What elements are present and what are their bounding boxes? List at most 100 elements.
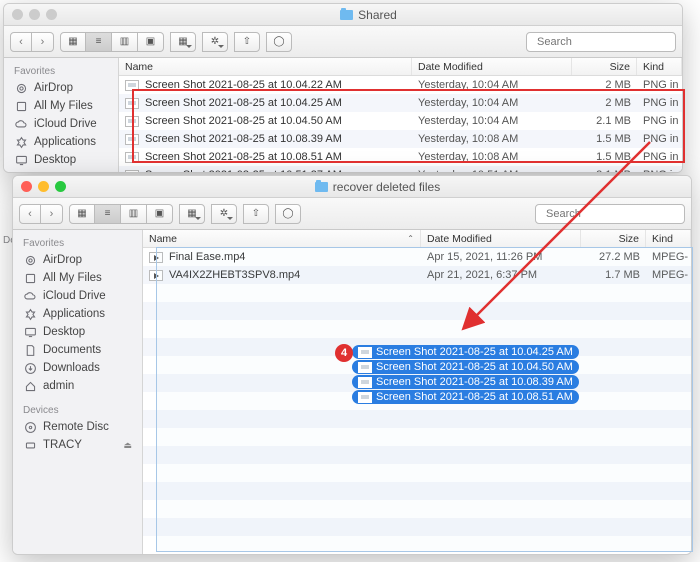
home-icon xyxy=(23,379,37,393)
table-row[interactable]: Screen Shot 2021-08-25 at 10.51.37 AMYes… xyxy=(119,166,682,172)
drag-count-badge: 4 xyxy=(335,344,353,362)
sidebar-item-applications[interactable]: Applications xyxy=(13,305,142,323)
sidebar-item-all-my-files[interactable]: All My Files xyxy=(13,269,142,287)
action-button[interactable]: ✲ xyxy=(202,32,228,52)
table-row-empty xyxy=(143,536,691,554)
sidebar-item-desktop[interactable]: Desktop xyxy=(13,323,142,341)
view-column-button[interactable]: ▥ xyxy=(121,204,147,224)
view-list-button[interactable]: ≡ xyxy=(86,32,112,52)
minimize-icon[interactable] xyxy=(29,9,40,20)
png-icon xyxy=(358,362,372,373)
tags-button[interactable]: ◯ xyxy=(266,32,292,52)
share-button[interactable]: ⇧ xyxy=(234,32,260,52)
column-size[interactable]: Size xyxy=(572,58,637,75)
column-name[interactable]: Name⌃ xyxy=(143,230,421,247)
sidebar-item-remote-disc[interactable]: Remote Disc xyxy=(13,418,142,436)
share-button[interactable]: ⇧ xyxy=(243,204,269,224)
finder-window-shared[interactable]: Shared ‹ › ▦ ≡ ▥ ▣ ▦ ✲ ⇧ ◯ Favorites Air… xyxy=(3,3,683,173)
view-list-button[interactable]: ≡ xyxy=(95,204,121,224)
view-gallery-button[interactable]: ▣ xyxy=(147,204,173,224)
column-kind[interactable]: Kind xyxy=(637,58,682,75)
drag-ghost-item: Screen Shot 2021-08-25 at 10.08.51 AM xyxy=(352,390,579,404)
sidebar-item-all-my-files[interactable]: All My Files xyxy=(4,97,118,115)
sidebar-item-airdrop[interactable]: AirDrop xyxy=(4,79,118,97)
sidebar-item-downloads[interactable]: Downloads xyxy=(13,359,142,377)
sidebar-heading-favorites: Favorites xyxy=(13,234,142,251)
search-field[interactable] xyxy=(526,32,676,52)
png-icon xyxy=(358,377,372,388)
drag-ghost-item: Screen Shot 2021-08-25 at 10.04.50 AM xyxy=(352,360,579,374)
table-row-empty xyxy=(143,320,691,338)
titlebar[interactable]: Shared xyxy=(4,4,682,26)
drag-ghost-item: Screen Shot 2021-08-25 at 10.04.25 AM xyxy=(352,345,579,359)
view-gallery-button[interactable]: ▣ xyxy=(138,32,164,52)
table-row[interactable]: Screen Shot 2021-08-25 at 10.04.25 AMYes… xyxy=(119,94,682,112)
table-row-empty xyxy=(143,518,691,536)
table-row[interactable]: Final Ease.mp4Apr 15, 2021, 11:26 PM27.2… xyxy=(143,248,691,266)
sidebar-item-airdrop[interactable]: AirDrop xyxy=(13,251,142,269)
sidebar-item-applications[interactable]: Applications xyxy=(4,133,118,151)
zoom-icon[interactable] xyxy=(55,181,66,192)
sidebar: Favorites AirDrop All My Files iCloud Dr… xyxy=(13,230,143,554)
table-row[interactable]: Screen Shot 2021-08-25 at 10.08.51 AMYes… xyxy=(119,148,682,166)
column-kind[interactable]: Kind xyxy=(646,230,691,247)
action-button[interactable]: ✲ xyxy=(211,204,237,224)
folder-icon xyxy=(315,182,328,192)
file-list: Name Date Modified Size Kind Screen Shot… xyxy=(119,58,682,172)
forward-button[interactable]: › xyxy=(32,32,54,52)
sidebar: Favorites AirDrop All My Files iCloud Dr… xyxy=(4,58,119,172)
search-input[interactable] xyxy=(537,36,679,48)
sidebar-item-icloud[interactable]: iCloud Drive xyxy=(13,287,142,305)
table-row[interactable]: Screen Shot 2021-08-25 at 10.08.39 AMYes… xyxy=(119,130,682,148)
minimize-icon[interactable] xyxy=(38,181,49,192)
table-row-empty xyxy=(143,482,691,500)
search-input[interactable] xyxy=(546,208,688,220)
sidebar-item-documents[interactable]: Documents xyxy=(13,341,142,359)
column-name[interactable]: Name xyxy=(119,58,412,75)
sidebar-item-icloud[interactable]: iCloud Drive xyxy=(4,115,118,133)
png-icon xyxy=(125,170,139,173)
view-icon-button[interactable]: ▦ xyxy=(60,32,86,52)
column-size[interactable]: Size xyxy=(581,230,646,247)
close-icon[interactable] xyxy=(21,181,32,192)
sidebar-item-desktop[interactable]: Desktop xyxy=(4,151,118,169)
desktop-icon xyxy=(23,325,37,339)
files-icon xyxy=(23,271,37,285)
column-date[interactable]: Date Modified xyxy=(421,230,581,247)
sidebar-item-admin[interactable]: admin xyxy=(13,377,142,395)
table-row-empty xyxy=(143,446,691,464)
table-row-empty xyxy=(143,284,691,302)
png-icon xyxy=(125,80,139,91)
desktop-icon xyxy=(14,153,28,167)
tags-button[interactable]: ◯ xyxy=(275,204,301,224)
table-row[interactable]: Screen Shot 2021-08-25 at 10.04.50 AMYes… xyxy=(119,112,682,130)
zoom-icon[interactable] xyxy=(46,9,57,20)
table-row-empty xyxy=(143,464,691,482)
back-button[interactable]: ‹ xyxy=(10,32,32,52)
column-date[interactable]: Date Modified xyxy=(412,58,572,75)
drag-ghost: Screen Shot 2021-08-25 at 10.04.25 AMScr… xyxy=(352,345,579,405)
close-icon[interactable] xyxy=(12,9,23,20)
png-icon xyxy=(358,347,372,358)
png-icon xyxy=(125,116,139,127)
drag-ghost-item: Screen Shot 2021-08-25 at 10.08.39 AM xyxy=(352,375,579,389)
eject-icon[interactable]: ⏏ xyxy=(123,440,132,451)
disc-icon xyxy=(23,420,37,434)
table-row-empty xyxy=(143,302,691,320)
back-button[interactable]: ‹ xyxy=(19,204,41,224)
table-row-empty xyxy=(143,500,691,518)
table-row[interactable]: Screen Shot 2021-08-25 at 10.04.22 AMYes… xyxy=(119,76,682,94)
table-row[interactable]: VA4IX2ZHEBT3SPV8.mp4Apr 21, 2021, 6:37 P… xyxy=(143,266,691,284)
png-icon xyxy=(125,98,139,109)
png-icon xyxy=(125,152,139,163)
view-icon-button[interactable]: ▦ xyxy=(69,204,95,224)
arrange-button[interactable]: ▦ xyxy=(170,32,196,52)
search-field[interactable] xyxy=(535,204,685,224)
apps-icon xyxy=(14,135,28,149)
view-column-button[interactable]: ▥ xyxy=(112,32,138,52)
arrange-button[interactable]: ▦ xyxy=(179,204,205,224)
png-icon xyxy=(358,392,372,403)
forward-button[interactable]: › xyxy=(41,204,63,224)
sidebar-item-tracy[interactable]: TRACY⏏ xyxy=(13,436,142,454)
titlebar[interactable]: recover deleted files xyxy=(13,176,691,198)
